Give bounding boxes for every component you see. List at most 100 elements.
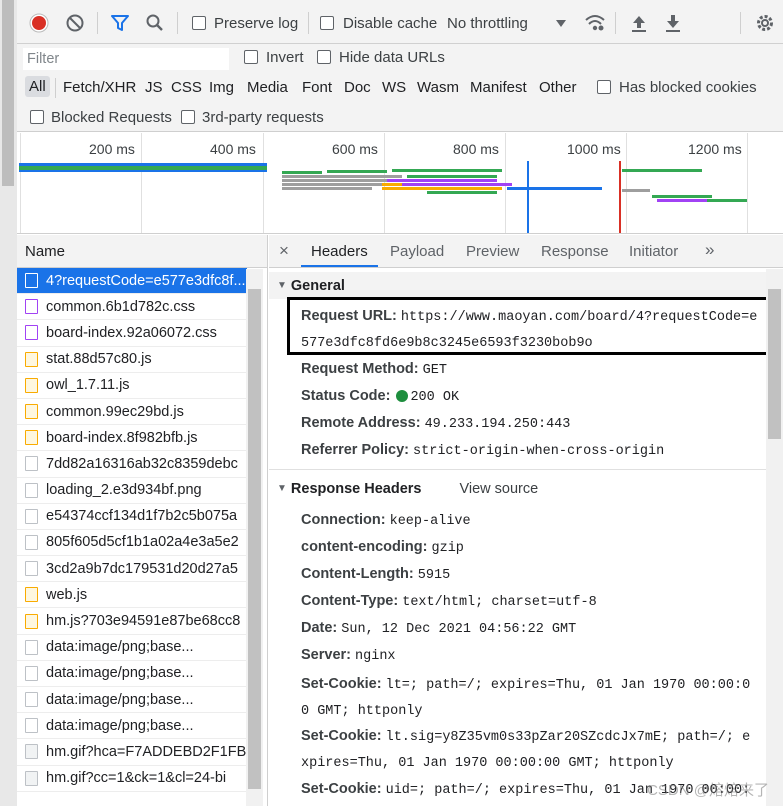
left-scrollbar-thumb[interactable] — [2, 0, 14, 186]
close-icon[interactable]: × — [279, 241, 289, 261]
request-row[interactable]: data:image/png;base... — [17, 713, 247, 740]
tab-payload[interactable]: Payload — [390, 243, 444, 260]
type-filter-fetch-xhr[interactable]: Fetch/XHR — [63, 79, 136, 96]
dom-content-loaded-marker — [527, 161, 529, 233]
view-source-link[interactable]: View source — [459, 481, 538, 497]
type-filter-media[interactable]: Media — [247, 79, 288, 96]
request-name: data:image/png;base... — [46, 665, 194, 682]
waterfall-bar — [392, 169, 502, 172]
clear-icon[interactable] — [63, 11, 87, 35]
type-filter-manifest[interactable]: Manifest — [470, 79, 527, 96]
set-cookie-key: Set-Cookie: — [301, 781, 382, 797]
header-value: text/html; charset=utf-8 — [402, 595, 597, 610]
type-filter-wasm[interactable]: Wasm — [417, 79, 459, 96]
request-row[interactable]: 4?requestCode=e577e3dfc8f... — [17, 268, 247, 295]
request-row[interactable]: e54374ccf134d1f7b2c5b075a — [17, 504, 247, 530]
request-row[interactable]: hm.js?703e94591e87be68cc8 — [17, 608, 247, 635]
tab-response[interactable]: Response — [541, 243, 609, 260]
blocked-requests-checkbox[interactable] — [30, 110, 44, 124]
waterfall-bar — [652, 195, 712, 198]
file-img-icon — [25, 718, 38, 734]
file-img-icon — [25, 482, 38, 498]
request-row[interactable]: 3cd2a9b7dc179531d20d27a5 — [17, 556, 247, 583]
request-row[interactable]: board-index.8f982bfb.js — [17, 425, 247, 452]
waterfall-bar — [507, 187, 602, 190]
request-name: common.6b1d782c.css — [46, 298, 196, 315]
type-filter-doc[interactable]: Doc — [344, 79, 371, 96]
general-section-header[interactable]: ▼ General — [269, 272, 766, 299]
tab-preview[interactable]: Preview — [466, 243, 519, 260]
request-row[interactable]: stat.88d57c80.js — [17, 347, 247, 373]
type-filter-font[interactable]: Font — [302, 79, 332, 96]
waterfall-bar — [407, 175, 497, 178]
import-har-icon[interactable] — [627, 11, 651, 35]
network-conditions-icon[interactable] — [583, 11, 607, 35]
disable-cache-checkbox[interactable] — [320, 16, 334, 30]
third-party-checkbox[interactable] — [181, 110, 195, 124]
chevron-down-icon: ▼ — [277, 280, 287, 291]
export-har-icon[interactable] — [661, 11, 685, 35]
request-row[interactable]: web.js — [17, 582, 247, 609]
tab-headers[interactable]: Headers — [311, 243, 368, 260]
detail-scrollbar[interactable] — [766, 269, 783, 806]
file-js-icon — [25, 613, 38, 629]
request-row[interactable]: data:image/png;base... — [17, 687, 247, 714]
has-blocked-cookies-label: Has blocked cookies — [619, 79, 757, 96]
invert-checkbox[interactable] — [244, 50, 258, 64]
type-divider — [55, 78, 56, 98]
highlight-box — [287, 297, 776, 355]
request-name: web.js — [46, 586, 88, 603]
tab-initiator[interactable]: Initiator — [629, 243, 678, 260]
set-cookie-key: Set-Cookie: — [301, 728, 382, 744]
toolbar-divider — [615, 12, 616, 34]
timeline-tick-label: 1000 ms — [567, 141, 621, 157]
remote-address-key: Remote Address: — [301, 415, 421, 431]
throttling-select[interactable]: No throttling — [447, 15, 528, 32]
timeline-tick-label: 1200 ms — [688, 141, 742, 157]
has-blocked-cookies-checkbox[interactable] — [597, 80, 611, 94]
request-row[interactable]: 805f605d5cf1b1a02a4e3a5e2 — [17, 530, 247, 557]
type-filter-other[interactable]: Other — [539, 79, 577, 96]
devtools-network-panel: Preserve log Disable cache No throttling… — [17, 0, 783, 806]
filter-icon[interactable] — [108, 11, 132, 35]
request-row[interactable]: owl_1.7.11.js — [17, 373, 247, 399]
timeline-gridline — [20, 133, 21, 233]
hide-data-urls-checkbox[interactable] — [317, 50, 331, 64]
request-row[interactable]: board-index.92a06072.css — [17, 320, 247, 347]
request-list-scrollbar[interactable] — [246, 269, 263, 806]
request-row[interactable]: common.99ec29bd.js — [17, 399, 247, 426]
general-title: General — [290, 277, 345, 294]
gear-icon[interactable] — [753, 11, 777, 35]
request-row[interactable]: 7dd82a16316ab32c8359debc — [17, 451, 247, 478]
more-tabs-icon[interactable]: » — [705, 240, 714, 260]
request-row[interactable]: loading_2.e3d934bf.png — [17, 478, 247, 504]
header-key: Connection: — [301, 512, 386, 528]
type-filter-img[interactable]: Img — [209, 79, 234, 96]
preserve-log-checkbox[interactable] — [192, 16, 206, 30]
type-filter-all[interactable]: All — [25, 76, 50, 97]
file-other-icon — [25, 744, 38, 760]
request-row[interactable]: hm.gif?hca=F7ADDEBD2F1FB — [17, 739, 247, 766]
search-icon[interactable] — [143, 11, 167, 35]
waterfall-bar — [387, 179, 497, 182]
scrollbar-thumb[interactable] — [768, 289, 781, 439]
record-icon[interactable] — [27, 11, 51, 35]
waterfall-bar — [282, 187, 372, 190]
set-cookie-row-cont: xpires=Thu, 01 Jan 1970 00:00:00 GMT; ht… — [301, 749, 765, 777]
request-row[interactable]: common.6b1d782c.css — [17, 294, 247, 321]
response-headers-section-header[interactable]: ▼ Response Headers View source — [269, 475, 766, 502]
type-filter-ws[interactable]: WS — [382, 79, 406, 96]
timeline-overview[interactable]: 200 ms 400 ms 600 ms 800 ms 1000 ms 1200… — [17, 133, 783, 234]
request-row[interactable]: data:image/png;base... — [17, 635, 247, 661]
request-row[interactable]: hm.gif?cc=1&ck=1&cl=24-bi — [17, 766, 247, 792]
filter-input[interactable] — [23, 48, 229, 70]
type-filter-js[interactable]: JS — [145, 79, 163, 96]
request-row[interactable]: data:image/png;base... — [17, 661, 247, 687]
file-js-icon — [25, 587, 38, 603]
name-column-header[interactable]: Name — [17, 235, 267, 268]
set-cookie-row: Set-Cookie: lt.sig=y8Z35vm0s33pZar20SZcd… — [301, 723, 765, 751]
type-filter-css[interactable]: CSS — [171, 79, 202, 96]
dropdown-arrow-icon[interactable] — [549, 11, 573, 35]
response-headers-title: Response Headers — [290, 480, 422, 497]
scrollbar-thumb[interactable] — [248, 289, 261, 789]
